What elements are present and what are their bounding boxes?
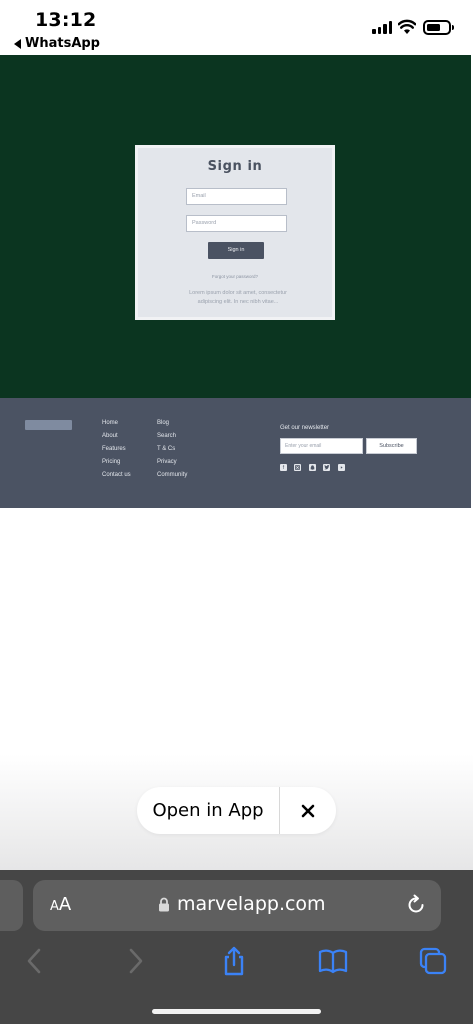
wifi-icon (398, 19, 416, 34)
home-indicator (152, 1009, 321, 1014)
address-bar[interactable]: AA marvelapp.com (33, 880, 441, 931)
subscribe-button[interactable]: Subscribe (366, 438, 417, 454)
bookmarks-icon[interactable] (318, 946, 348, 976)
footer-logo[interactable] (25, 420, 72, 430)
open-in-app-button[interactable]: Open in App (137, 800, 279, 821)
url-display[interactable]: marvelapp.com (158, 893, 326, 915)
youtube-icon[interactable] (338, 464, 345, 471)
footer-link-about[interactable]: About (102, 433, 118, 439)
signin-card: Sign in Email Password Sign in Forgot yo… (135, 145, 335, 320)
close-icon (301, 804, 315, 817)
status-bar: 13:12 WhatsApp (0, 0, 473, 55)
safari-toolbar: AA marvelapp.com (0, 870, 473, 1024)
facebook-icon[interactable]: f (280, 464, 287, 471)
footer-link-search[interactable]: Search (157, 433, 176, 439)
status-time: 13:12 (35, 9, 97, 31)
reload-icon[interactable] (405, 894, 427, 916)
back-triangle-icon (14, 38, 21, 49)
back-app-label: WhatsApp (25, 36, 100, 51)
hero-section: Sign in Email Password Sign in Forgot yo… (0, 55, 471, 398)
forward-chevron-icon[interactable] (120, 946, 150, 976)
email-field[interactable]: Email (186, 188, 287, 205)
footer-link-community[interactable]: Community (157, 472, 187, 478)
url-text: marvelapp.com (177, 893, 326, 915)
snapchat-icon[interactable] (309, 464, 316, 471)
twitter-icon[interactable] (323, 464, 330, 471)
footer-link-contact[interactable]: Contact us (102, 472, 131, 478)
footer-link-pricing[interactable]: Pricing (102, 459, 120, 465)
battery-icon (423, 20, 454, 35)
signin-button[interactable]: Sign in (208, 242, 264, 259)
footer-link-features[interactable]: Features (102, 446, 126, 452)
open-in-app-banner: Open in App (137, 787, 336, 834)
footer-link-blog[interactable]: Blog (157, 420, 169, 426)
cellular-signal-icon (372, 21, 392, 34)
signin-description: Lorem ipsum dolor sit amet, consectetur … (189, 290, 287, 305)
close-banner-button[interactable] (280, 787, 336, 834)
newsletter-title: Get our newsletter (280, 425, 330, 431)
share-icon[interactable] (219, 946, 249, 976)
reader-settings-button[interactable]: AA (50, 894, 71, 915)
footer-link-privacy[interactable]: Privacy (157, 459, 177, 465)
lock-icon (159, 897, 169, 911)
footer-link-home[interactable]: Home (102, 420, 118, 426)
password-field[interactable]: Password (186, 215, 287, 232)
forgot-password-link[interactable]: Forgot your password? (138, 274, 332, 279)
footer-link-terms[interactable]: T & Cs (157, 446, 175, 452)
instagram-icon[interactable] (294, 464, 301, 471)
signin-title: Sign in (207, 159, 263, 174)
previous-tab-preview[interactable] (0, 880, 23, 931)
newsletter-email-input[interactable]: Enter your email (280, 438, 363, 454)
back-chevron-icon[interactable] (20, 946, 50, 976)
tabs-icon[interactable] (418, 946, 448, 976)
site-footer: Home About Features Pricing Contact us B… (0, 398, 471, 508)
page: 13:12 WhatsApp Sign in Email Password Si… (0, 0, 473, 1024)
back-to-app-link[interactable]: WhatsApp (14, 36, 100, 51)
